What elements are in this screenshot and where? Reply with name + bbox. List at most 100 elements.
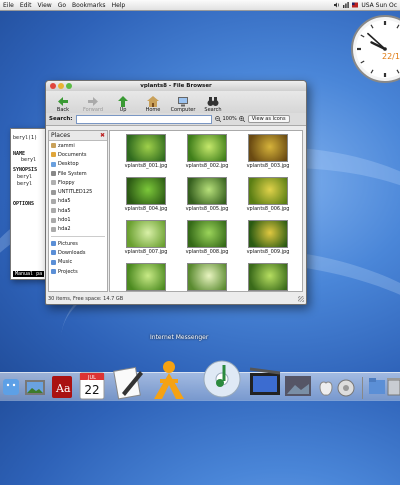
sidebar-item-place[interactable]: File System xyxy=(49,169,107,178)
places-separator xyxy=(51,235,105,237)
terminal-status: Manual pa xyxy=(13,271,45,277)
sidebar-item-place[interactable]: Documents xyxy=(49,150,107,159)
image-thumbnail xyxy=(248,263,288,291)
sidebar-item-place[interactable]: Floppy xyxy=(49,178,107,187)
places-sidebar: Places ✖ zammi Documents Desktop File Syste… xyxy=(48,130,108,292)
close-icon[interactable] xyxy=(50,83,56,89)
file-item[interactable]: vplants8_006.jpg xyxy=(238,177,298,217)
view-mode-select[interactable]: View as Icons xyxy=(247,115,290,123)
calendar-day: 22 xyxy=(84,383,99,397)
menu-edit[interactable]: Edit xyxy=(17,2,35,9)
file-item[interactable]: vplants8_002.jpg xyxy=(177,134,237,174)
calendar-icon[interactable]: JUL 22 xyxy=(78,371,106,401)
search-input[interactable] xyxy=(75,114,212,124)
file-item[interactable]: vplants8_011.jpg xyxy=(177,263,237,291)
home-button[interactable]: Home xyxy=(140,93,166,113)
maximize-icon[interactable] xyxy=(66,83,72,89)
sidebar-item-label: Desktop xyxy=(58,161,79,168)
sidebar-item-bookmark[interactable]: Music xyxy=(49,258,107,267)
volume-icon[interactable] xyxy=(334,2,340,8)
forward-label: Forward xyxy=(82,107,104,113)
trash-icon[interactable] xyxy=(386,375,400,397)
sidebar-item-bookmark[interactable]: Pictures xyxy=(49,239,107,248)
sidebar-item-place[interactable]: UNTITLED125 xyxy=(49,187,107,196)
disk-utility-icon[interactable] xyxy=(336,377,356,399)
menu-view[interactable]: View xyxy=(34,2,54,9)
apple-logo-icon[interactable] xyxy=(318,379,334,397)
zoom-control[interactable]: 100% xyxy=(214,116,245,122)
network-icon[interactable] xyxy=(343,2,350,8)
sidebar-item-place[interactable]: hda2 xyxy=(49,225,107,234)
file-item[interactable]: vplants8_004.jpg xyxy=(116,177,176,217)
home-folder-icon xyxy=(51,143,56,149)
image-thumbnail xyxy=(126,220,166,248)
file-name: vplants8_002.jpg xyxy=(185,163,229,169)
computer-icon xyxy=(178,97,188,107)
home-label: Home xyxy=(145,107,161,113)
dictionary-icon[interactable]: Aa xyxy=(50,374,74,400)
file-item[interactable]: vplants8_005.jpg xyxy=(177,177,237,217)
file-name: vplants8_001.jpg xyxy=(124,163,168,169)
sidebar-item-label: UNTITLED125 xyxy=(58,189,93,196)
computer-button[interactable]: Computer xyxy=(170,93,196,113)
calendar-month: JUL xyxy=(87,375,96,381)
sidebar-item-label: Floppy xyxy=(58,179,75,186)
video-editor-icon[interactable] xyxy=(248,367,282,399)
resize-grip-icon[interactable] xyxy=(298,296,304,302)
photo-viewer-icon[interactable] xyxy=(24,377,46,397)
up-label: Up xyxy=(119,107,127,113)
sidebar-item-place[interactable]: hda5 xyxy=(49,197,107,206)
sidebar-item-label: hda5 xyxy=(58,207,71,214)
file-item[interactable]: vplants8_003.jpg xyxy=(238,134,298,174)
sidebar-item-bookmark[interactable]: Downloads xyxy=(49,248,107,257)
close-sidebar-icon[interactable]: ✖ xyxy=(100,132,105,139)
forward-button[interactable]: Forward xyxy=(80,93,106,113)
file-item[interactable]: vplants8_012.jpg xyxy=(238,263,298,291)
file-item[interactable]: vplants8_007.jpg xyxy=(116,220,176,260)
folder-icon[interactable] xyxy=(368,375,386,397)
flag-icon[interactable] xyxy=(352,2,359,8)
dock-hover-label: Internet Messenger xyxy=(150,334,209,341)
menu-go[interactable]: Go xyxy=(55,2,69,9)
sidebar-item-place[interactable]: hda5 xyxy=(49,206,107,215)
menu-bookmarks[interactable]: Bookmarks xyxy=(69,2,109,9)
instant-messenger-icon[interactable] xyxy=(146,359,192,401)
up-button[interactable]: Up xyxy=(110,93,136,113)
text-editor-icon[interactable] xyxy=(110,365,146,401)
places-header[interactable]: Places ✖ xyxy=(49,131,107,141)
sidebar-item-label: Projects xyxy=(58,268,78,275)
drive-icon xyxy=(51,152,56,158)
file-browser-window[interactable]: vplants8 - File Browser Back Forward Up … xyxy=(45,80,307,305)
computer-label: Computer xyxy=(170,107,196,113)
menu-file[interactable]: Eile xyxy=(0,2,17,9)
zoom-in-icon[interactable] xyxy=(238,116,245,122)
minimize-icon[interactable] xyxy=(58,83,64,89)
music-player-icon[interactable] xyxy=(202,359,242,399)
sidebar-item-place[interactable]: Desktop xyxy=(49,160,107,169)
zoom-out-icon[interactable] xyxy=(214,116,221,122)
sidebar-item-label: zammi xyxy=(58,142,75,149)
file-item[interactable]: vplants8_001.jpg xyxy=(116,134,176,174)
file-item[interactable]: vplants8_008.jpg xyxy=(177,220,237,260)
image-thumbnail xyxy=(187,263,227,291)
back-button[interactable]: Back xyxy=(50,93,76,113)
search-button[interactable]: Search xyxy=(200,93,226,113)
sidebar-item-bookmark[interactable]: Projects xyxy=(49,267,107,276)
clock-widget[interactable]: 22/1 xyxy=(350,14,400,84)
finder-icon[interactable] xyxy=(2,377,20,397)
sidebar-item-place[interactable]: zammi xyxy=(49,141,107,150)
file-name: vplants8_005.jpg xyxy=(185,206,229,212)
menubar-status-text[interactable]: USA Sun Oc xyxy=(361,2,397,9)
folder-icon xyxy=(51,269,56,274)
menu-bar: Eile Edit View Go Bookmarks Help USA Sun… xyxy=(0,0,400,11)
drive-icon xyxy=(51,217,56,223)
window-titlebar[interactable]: vplants8 - File Browser xyxy=(46,81,306,91)
menu-help[interactable]: Help xyxy=(109,2,129,9)
sidebar-item-place[interactable]: hdo1 xyxy=(49,215,107,224)
file-item[interactable]: vplants8_010.jpg xyxy=(116,263,176,291)
forward-arrow-icon xyxy=(88,97,98,106)
image-preview-icon[interactable] xyxy=(284,373,312,399)
file-item[interactable]: vplants8_009.jpg xyxy=(238,220,298,260)
status-bar: 30 items, Free space: 14.7 GB xyxy=(48,296,124,302)
drive-icon xyxy=(51,189,56,195)
